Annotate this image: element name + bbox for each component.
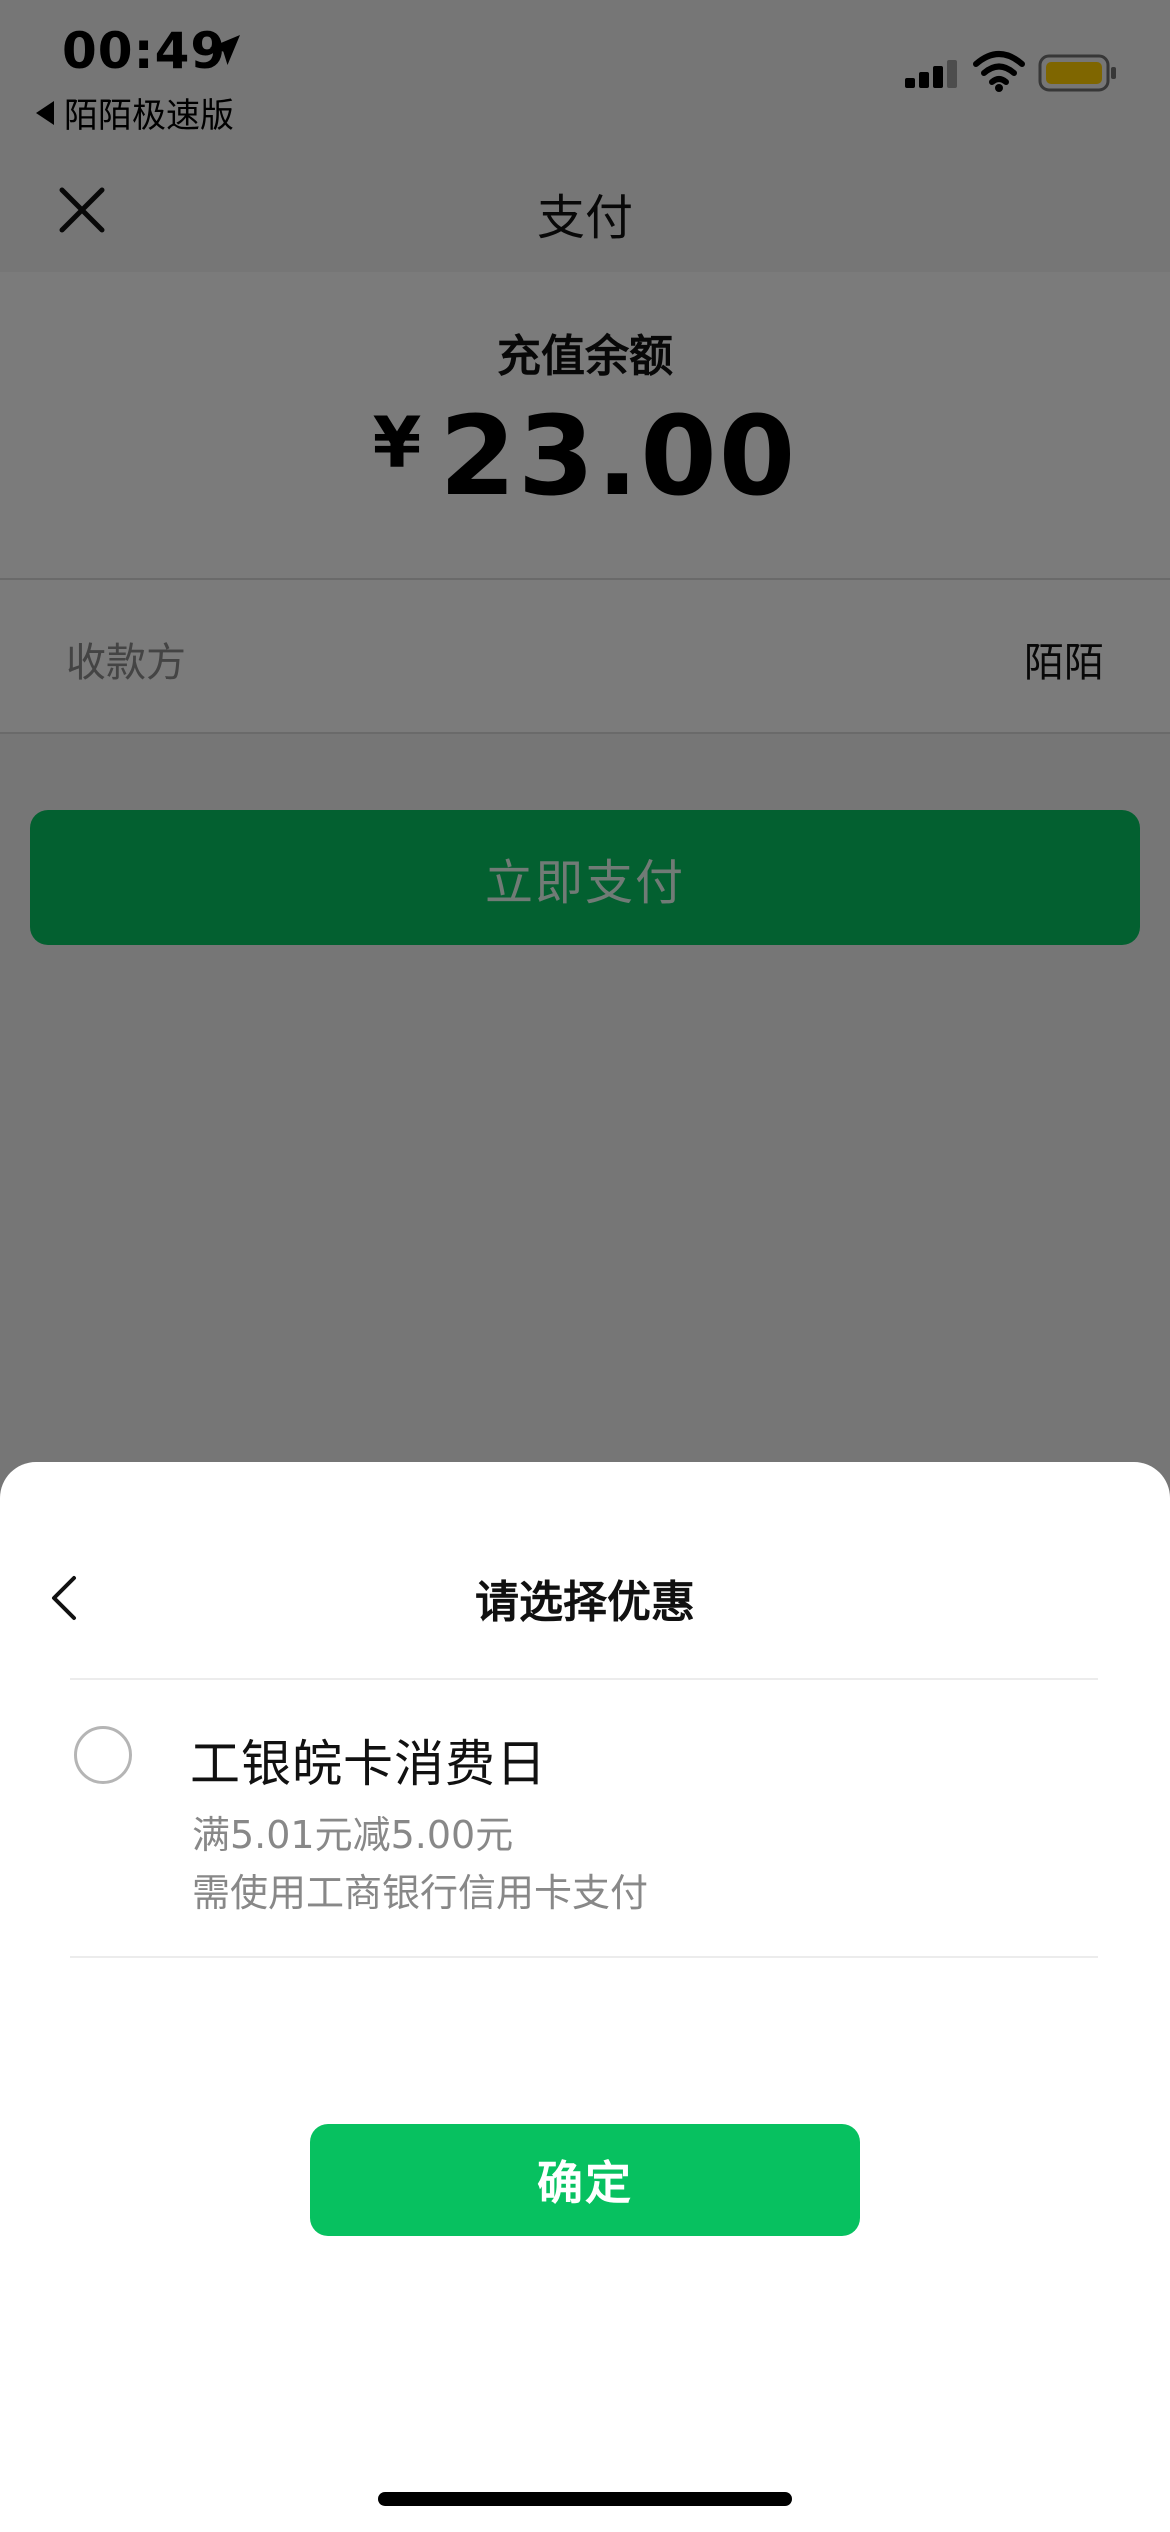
divider: [70, 1956, 1098, 1958]
offer-requirement: 需使用工商银行信用卡支付: [192, 1871, 649, 1915]
divider: [70, 1678, 1098, 1680]
offer-title: 工银皖卡消费日: [190, 1735, 547, 1793]
sheet-title: 请选择优惠: [475, 1577, 695, 1628]
offer-radio[interactable]: [74, 1726, 132, 1784]
home-indicator[interactable]: [378, 2492, 792, 2506]
offer-condition: 满5.01元减5.00元: [192, 1813, 514, 1857]
confirm-button[interactable]: 确定: [310, 2124, 860, 2236]
discount-sheet: 请选择优惠 工银皖卡消费日 满5.01元减5.00元 需使用工商银行信用卡支付 …: [0, 1462, 1170, 2532]
